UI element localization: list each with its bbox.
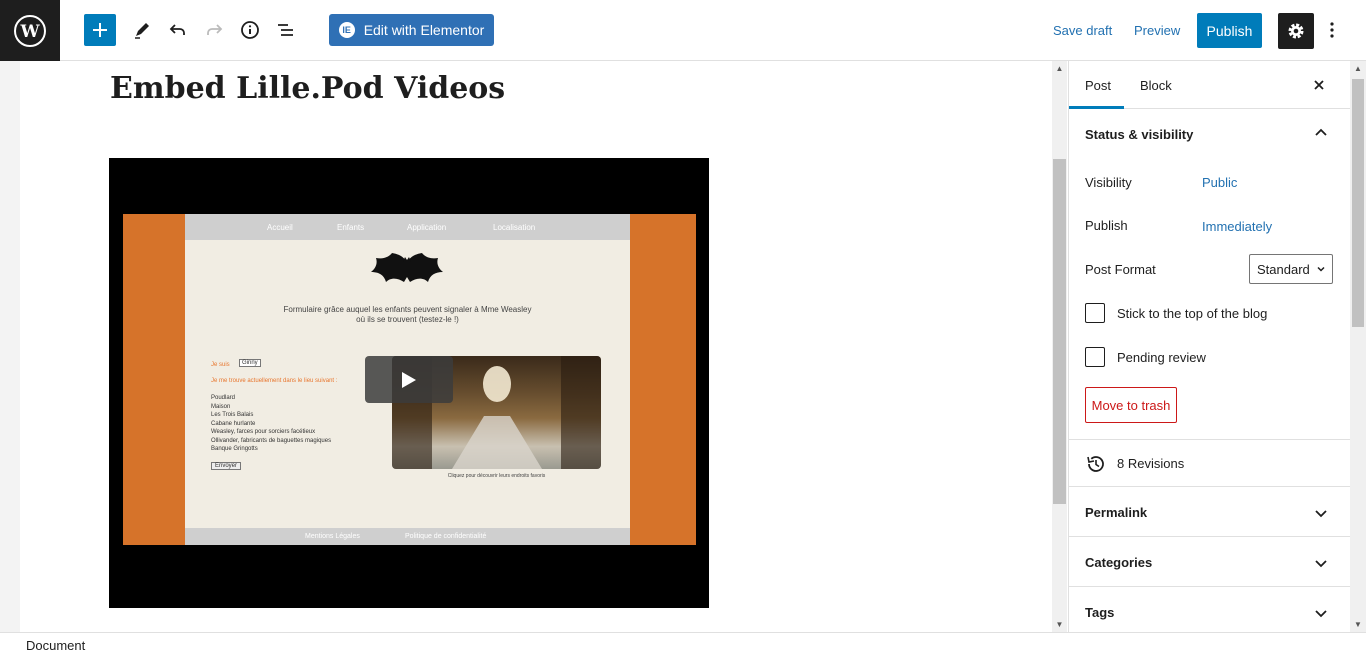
video-nav-item: Application (407, 223, 447, 232)
list-view-icon (278, 24, 293, 36)
save-draft-button[interactable]: Save draft (1053, 14, 1112, 46)
vertical-ellipsis-icon (1330, 22, 1334, 38)
breadcrumb-document[interactable]: Document (26, 638, 85, 653)
video-place-item: Les Trois Balais (211, 412, 254, 418)
block-breadcrumb-bar: Document (0, 632, 1366, 656)
visibility-value-link[interactable]: Public (1202, 175, 1237, 190)
sidebar-tabs: Post Block (1069, 61, 1351, 109)
pending-review-label[interactable]: Pending review (1117, 350, 1206, 365)
pencil-icon (135, 23, 149, 39)
stick-to-top-label[interactable]: Stick to the top of the blog (1117, 306, 1267, 321)
chevron-down-icon[interactable] (1313, 555, 1329, 571)
sidebar-scrollbar-thumb[interactable] (1352, 79, 1364, 327)
editor-scrollbar-thumb[interactable] (1053, 159, 1066, 504)
wordpress-logo-button[interactable]: W (0, 0, 60, 61)
stick-to-top-checkbox[interactable] (1085, 303, 1105, 323)
video-footer-link: Politique de confidentialité (405, 533, 487, 540)
settings-sidebar: Post Block Status & visibility Visibilit… (1068, 61, 1351, 632)
video-photo-caption: Cliquez pour découvrir leurs endroits fa… (447, 473, 546, 479)
svg-text:W: W (19, 22, 40, 42)
video-nav-item: Enfants (337, 223, 365, 232)
list-view-button[interactable] (270, 14, 302, 46)
play-icon (402, 371, 416, 388)
video-play-button[interactable] (365, 356, 453, 403)
edit-with-elementor-label: Edit with Elementor (363, 22, 485, 38)
history-icon (1087, 456, 1104, 472)
permalink-panel-heading[interactable]: Permalink (1085, 505, 1147, 520)
video-nav-item: Localisation (493, 223, 536, 232)
video-place-item: Weasley, farces pour sorciers facétieux (211, 429, 316, 435)
publish-button[interactable]: Publish (1197, 13, 1262, 48)
video-place-item: Poudlard (211, 395, 236, 401)
editor-scrollbar[interactable]: ▲ ▼ (1052, 61, 1067, 632)
video-site-description: Formulaire grâce auquel les enfants peuv… (185, 305, 630, 325)
sidebar-scrollbar[interactable]: ▲ ▼ (1350, 61, 1366, 632)
tab-block[interactable]: Block (1140, 61, 1172, 109)
gear-icon (1288, 23, 1304, 39)
editor-canvas: Embed Lille.Pod Videos Accueil Enfants A… (20, 61, 1033, 632)
video-form-submit: Envoyer (211, 462, 242, 470)
chevron-down-icon[interactable] (1313, 505, 1329, 521)
video-place-item: Banque Gringotts (211, 446, 258, 452)
more-options-button[interactable] (1316, 14, 1348, 46)
pending-review-checkbox[interactable] (1085, 347, 1105, 367)
active-tab-indicator (1069, 106, 1124, 109)
settings-button[interactable] (1278, 13, 1314, 49)
publish-label: Publish (1085, 218, 1128, 233)
video-site-footer: Mentions Légales Politique de confidenti… (185, 528, 630, 545)
preview-button[interactable]: Preview (1134, 14, 1180, 46)
video-footer-link: Mentions Légales (305, 533, 360, 540)
post-format-label: Post Format (1085, 262, 1156, 277)
chevron-up-icon[interactable] (1313, 125, 1329, 141)
plus-icon (93, 23, 107, 37)
tab-post[interactable]: Post (1085, 61, 1111, 109)
tools-button[interactable] (126, 14, 158, 46)
redo-icon (207, 24, 223, 35)
undo-icon (169, 24, 185, 35)
scroll-up-arrow-icon[interactable]: ▲ (1350, 61, 1366, 76)
tags-panel-heading[interactable]: Tags (1085, 605, 1114, 620)
edit-with-elementor-button[interactable]: IE Edit with Elementor (329, 14, 494, 46)
visibility-label: Visibility (1085, 175, 1132, 190)
post-format-select[interactable]: Standard (1249, 254, 1333, 284)
bat-icon (371, 253, 443, 282)
close-icon[interactable] (1309, 75, 1329, 95)
undo-button[interactable] (162, 14, 194, 46)
post-format-value: Standard (1257, 261, 1310, 277)
chevron-down-icon (1317, 266, 1325, 272)
categories-panel-heading[interactable]: Categories (1085, 555, 1152, 570)
status-visibility-heading[interactable]: Status & visibility (1085, 127, 1193, 142)
scroll-down-arrow-icon[interactable]: ▼ (1350, 617, 1366, 632)
post-title[interactable]: Embed Lille.Pod Videos (110, 71, 505, 106)
editor-gutter (0, 61, 20, 632)
add-block-button[interactable] (84, 14, 116, 46)
divider (1069, 439, 1351, 440)
video-place-item: Ollivander, fabricants de baguettes magi… (211, 438, 332, 444)
video-site-nav: Accueil Enfants Application Localisation (185, 214, 630, 240)
chevron-down-icon[interactable] (1313, 605, 1329, 621)
video-embed-block[interactable]: Accueil Enfants Application Localisation… (109, 158, 709, 608)
redo-button[interactable] (198, 14, 230, 46)
video-place-item: Maison (211, 404, 231, 410)
publish-date-link[interactable]: Immediately (1202, 219, 1272, 234)
video-site-desc-line-2: où ils se trouvent (testez-le !) (356, 315, 459, 324)
scroll-down-arrow-icon[interactable]: ▼ (1052, 617, 1067, 632)
wordpress-icon: W (14, 14, 46, 47)
video-place-item: Cabane hurlante (211, 421, 256, 427)
elementor-icon: IE (338, 22, 355, 38)
video-nav-item: Accueil (267, 223, 293, 232)
video-form-label-2: Je me trouve actuellement dans le lieu s… (211, 378, 338, 384)
divider (1069, 586, 1351, 587)
revisions-link[interactable]: 8 Revisions (1117, 456, 1184, 471)
scroll-up-arrow-icon[interactable]: ▲ (1052, 61, 1067, 76)
video-site-desc-line-1: Formulaire grâce auquel les enfants peuv… (283, 305, 532, 314)
video-form-label-1: Je suis (211, 362, 230, 368)
move-to-trash-button[interactable]: Move to trash (1085, 387, 1177, 423)
info-icon (241, 21, 259, 39)
divider (1069, 486, 1351, 487)
video-form-select: Ginny (239, 359, 261, 367)
editor-toolbar: W IE Edit with Elementor Save draft Prev… (0, 0, 1366, 61)
details-button[interactable] (234, 14, 266, 46)
divider (1069, 536, 1351, 537)
